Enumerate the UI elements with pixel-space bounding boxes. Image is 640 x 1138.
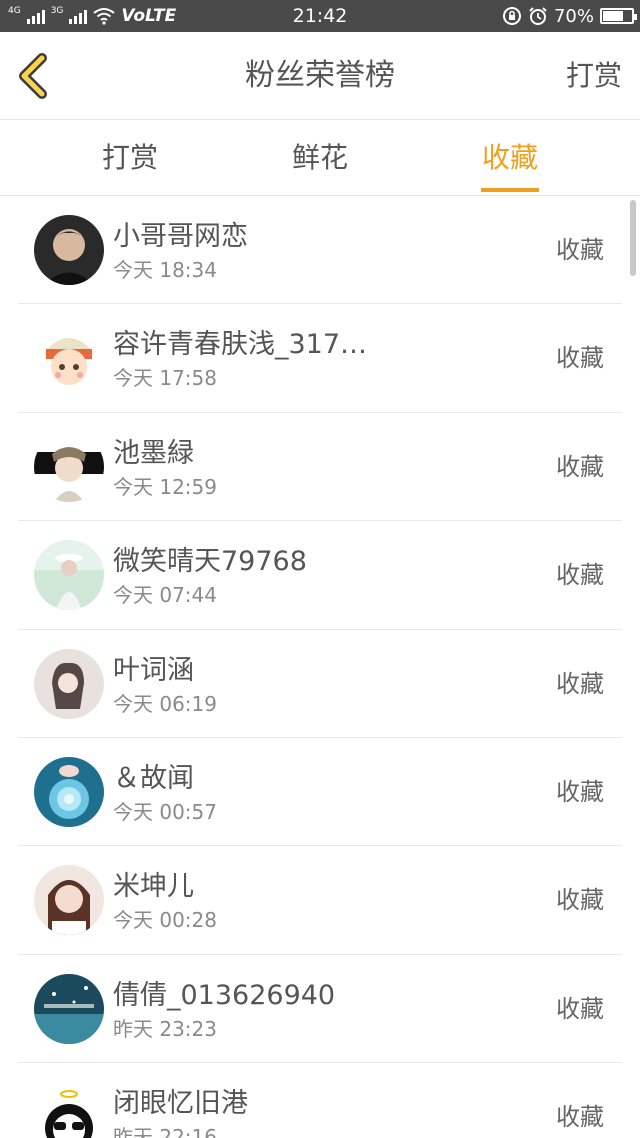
timestamp: 今天 18:34 bbox=[113, 258, 217, 282]
avatar bbox=[34, 215, 104, 285]
alarm-icon bbox=[529, 7, 547, 25]
favorite-label: 收藏 bbox=[556, 236, 604, 264]
list-item[interactable]: 倩倩_013626940 昨天 23:23 收藏 bbox=[18, 955, 622, 1064]
avatar bbox=[34, 865, 104, 936]
list-item[interactable]: 叶词涵 今天 06:19 收藏 bbox=[18, 630, 622, 738]
timestamp: 今天 07:44 bbox=[113, 583, 217, 608]
user-name: 池墨緑 bbox=[113, 437, 194, 469]
avatar bbox=[34, 1082, 104, 1138]
user-name: 倩倩_013626940 bbox=[113, 979, 336, 1011]
avatar bbox=[34, 540, 104, 611]
favorite-label: 收藏 bbox=[556, 777, 604, 806]
avatar bbox=[34, 756, 104, 827]
user-name: 微笑晴天79768 bbox=[113, 546, 307, 578]
favorite-label: 收藏 bbox=[556, 344, 604, 373]
avatar bbox=[34, 431, 104, 502]
list-item[interactable]: 米坤儿 今天 00:28 收藏 bbox=[18, 846, 622, 955]
timestamp: 今天 00:28 bbox=[113, 908, 217, 933]
timestamp: 今天 17:58 bbox=[113, 366, 217, 391]
tab-favorites[interactable]: 收藏 bbox=[415, 120, 605, 196]
avatar bbox=[34, 648, 104, 719]
scrollbar[interactable] bbox=[630, 200, 636, 276]
header: 粉丝荣誉榜 打赏 bbox=[0, 32, 640, 120]
timestamp: 昨天 23:23 bbox=[113, 1016, 217, 1041]
timestamp: 今天 12:59 bbox=[113, 474, 217, 499]
rotation-lock-icon bbox=[502, 7, 521, 25]
timestamp: 今天 00:57 bbox=[113, 799, 217, 824]
list-item[interactable]: 小哥哥网恋 今天 18:34 收藏 bbox=[18, 196, 622, 305]
reward-button[interactable]: 打赏 bbox=[566, 32, 622, 120]
favorite-label: 收藏 bbox=[556, 886, 604, 915]
list-item[interactable]: 微笑晴天79768 今天 07:44 收藏 bbox=[18, 521, 622, 630]
tab-label: 打赏 bbox=[101, 141, 158, 174]
status-bar: 4G 3G VoLTE 21:42 70% bbox=[0, 0, 640, 32]
list-item[interactable]: ＆故闻 今天 00:57 收藏 bbox=[18, 738, 622, 847]
status-right: 70% bbox=[502, 0, 637, 32]
list-item[interactable]: 容许青春肤浅_317… 今天 17:58 收藏 bbox=[18, 304, 622, 413]
user-name: 叶词涵 bbox=[113, 654, 194, 686]
user-name: 小哥哥网恋 bbox=[113, 221, 248, 252]
favorite-label: 收藏 bbox=[556, 561, 604, 590]
battery-percent: 70% bbox=[553, 5, 594, 27]
user-name: 容许青春肤浅_317… bbox=[113, 329, 368, 361]
timestamp: 昨天 22:16 bbox=[113, 1125, 217, 1138]
tab-flowers[interactable]: 鲜花 bbox=[225, 120, 415, 196]
list-item[interactable]: 池墨緑 今天 12:59 收藏 bbox=[18, 413, 622, 522]
fan-list: 小哥哥网恋 今天 18:34 收藏 容许青春肤浅_317… 今天 17:58 收… bbox=[0, 196, 640, 1138]
tab-reward[interactable]: 打赏 bbox=[35, 120, 225, 196]
user-name: 米坤儿 bbox=[113, 871, 194, 903]
avatar bbox=[34, 323, 104, 394]
active-tab-indicator bbox=[481, 188, 539, 192]
favorite-label: 收藏 bbox=[556, 669, 604, 698]
battery-icon bbox=[600, 8, 637, 24]
user-name: 闭眼忆旧港 bbox=[113, 1088, 248, 1120]
timestamp: 今天 06:19 bbox=[113, 691, 217, 716]
avatar bbox=[34, 973, 104, 1044]
user-name: ＆故闻 bbox=[113, 762, 194, 794]
battery-fill bbox=[603, 11, 623, 21]
favorite-label: 收藏 bbox=[556, 994, 604, 1023]
tab-label: 收藏 bbox=[481, 141, 538, 174]
tab-label: 鲜花 bbox=[291, 141, 348, 174]
favorite-label: 收藏 bbox=[556, 1103, 604, 1132]
tab-bar: 打赏 鲜花 收藏 bbox=[0, 120, 640, 196]
page-title: 粉丝荣誉榜 bbox=[245, 58, 395, 93]
list-item[interactable]: 闭眼忆旧港 昨天 22:16 收藏 bbox=[18, 1063, 622, 1138]
favorite-label: 收藏 bbox=[556, 452, 604, 481]
